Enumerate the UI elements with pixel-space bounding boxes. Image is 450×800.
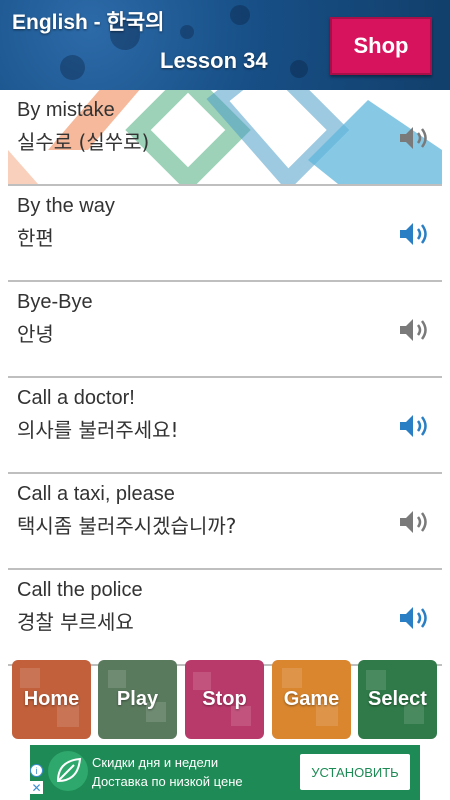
stop-button-label: Stop [202,688,247,710]
shop-button[interactable]: Shop [330,17,432,75]
phrase-english: By mistake [17,99,115,121]
speaker-icon[interactable] [398,124,434,152]
phrase-korean: 한편 [17,226,54,250]
stop-button[interactable]: Stop [185,660,264,739]
header-texture [180,25,194,39]
home-button[interactable]: Home [12,660,91,739]
select-button-label: Select [368,688,427,710]
play-button[interactable]: Play [98,660,177,739]
home-button-label: Home [23,688,80,710]
ad-banner[interactable]: Скидки дня и недели Доставка по низкой ц… [30,745,420,800]
speaker-icon[interactable] [398,316,434,344]
game-button-label: Game [283,688,340,710]
phrase-korean: 실수로 (실쑤로) [17,130,150,154]
header-texture [230,5,250,25]
ad-line-1: Скидки дня и недели [92,755,219,770]
select-button[interactable]: Select [358,660,437,739]
speaker-icon[interactable] [398,508,434,536]
list-item[interactable]: Bye-Bye 안녕 [8,282,442,378]
leaf-icon [48,751,88,791]
phrase-english: By the way [17,195,115,217]
header-texture [290,60,308,78]
phrase-korean: 의사를 불러주세요! [17,418,179,442]
ad-close-icon[interactable]: ✕ [30,781,43,795]
list-item[interactable]: Call a doctor! 의사를 불러주세요! [8,378,442,474]
ad-text: Скидки дня и недели Доставка по низкой ц… [92,753,243,791]
app-title: English - 한국의 [12,11,165,34]
game-button[interactable]: Game [272,660,351,739]
phrase-korean: 안녕 [17,322,54,346]
lesson-title: Lesson 34 [160,48,268,73]
phrase-english: Bye-Bye [17,291,93,313]
ad-info-icon[interactable]: i [30,764,43,777]
header-bar: English - 한국의 Lesson 34 Shop [0,0,450,90]
phrase-korean: 경찰 부르세요 [17,610,134,634]
speaker-icon[interactable] [398,604,434,632]
header-texture [60,55,85,80]
list-item[interactable]: By the way 한편 [8,186,442,282]
app-screen: English - 한국의 Lesson 34 Shop By mistake … [0,0,450,800]
phrase-english: Call a taxi, please [17,483,175,505]
install-button[interactable]: УСТАНОВИТЬ [300,754,410,790]
speaker-icon[interactable] [398,220,434,248]
play-button-label: Play [116,688,159,710]
phrase-list: By mistake 실수로 (실쑤로) By the way 한편 Bye-B… [8,90,442,666]
phrase-english: Call the police [17,579,143,601]
phrase-english: Call a doctor! [17,387,135,409]
list-item[interactable]: Call a taxi, please 택시좀 불러주시겠습니까? [8,474,442,570]
bottom-nav: Home Play Stop Game Select [0,660,450,740]
ad-line-2: Доставка по низкой цене [92,774,243,789]
list-item[interactable]: Call the police 경찰 부르세요 [8,570,442,666]
phrase-korean: 택시좀 불러주시겠습니까? [17,514,237,538]
list-item[interactable]: By mistake 실수로 (실쑤로) [8,90,442,186]
speaker-icon[interactable] [398,412,434,440]
